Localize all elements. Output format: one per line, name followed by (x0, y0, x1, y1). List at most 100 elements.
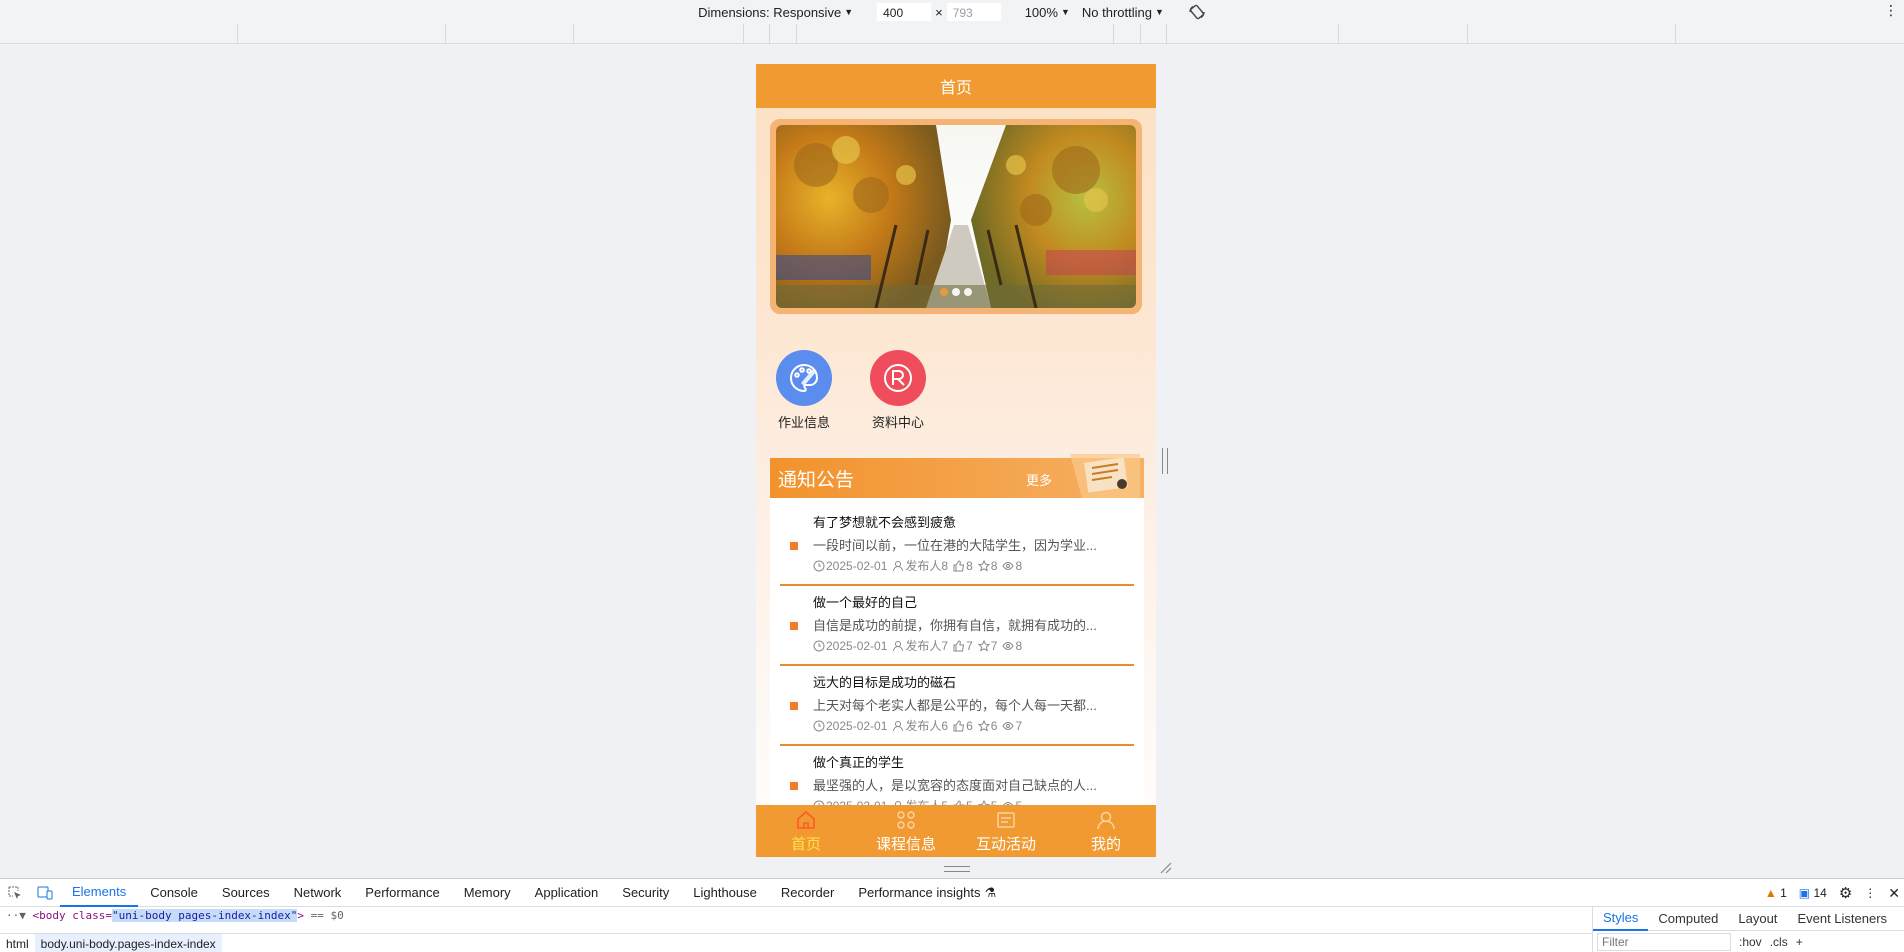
quick-links: 作业信息 资料中心 (776, 350, 926, 431)
messages-count: 14 (1813, 886, 1827, 900)
media-query-ruler (0, 24, 1904, 44)
add-rule-button[interactable]: + (1796, 935, 1803, 949)
tab-activities[interactable]: 互动活动 (956, 805, 1056, 857)
devtools-panel: Elements Console Sources Network Perform… (0, 878, 1904, 952)
cls-toggle[interactable]: .cls (1770, 935, 1788, 949)
messages-counter[interactable]: ▣ 14 (1799, 886, 1827, 900)
more-options-icon[interactable]: ⋮ (1884, 2, 1898, 19)
tab-network[interactable]: Network (282, 879, 354, 907)
resize-handle-bottom[interactable] (944, 866, 970, 872)
tab-sources[interactable]: Sources (210, 879, 282, 907)
warnings-counter[interactable]: ▲ 1 (1765, 886, 1787, 900)
tab-memory[interactable]: Memory (452, 879, 523, 907)
warnings-count: 1 (1780, 886, 1787, 900)
tab-performance[interactable]: Performance (353, 879, 451, 907)
styles-tab-bar: Styles Computed Layout Event Listeners (1593, 907, 1904, 931)
notice-header: 通知公告 更多 (770, 454, 1144, 498)
notice-item[interactable]: 做一个最好的自己 自信是成功的前提，你拥有自信，就拥有成功的... 2025-0… (780, 586, 1134, 666)
notice-likes: 6 (966, 719, 973, 733)
grid-icon (897, 810, 915, 829)
quick-link-label: 作业信息 (777, 415, 830, 430)
dom-node-body[interactable]: ··▼ <body class="uni-body pages-index-in… (0, 907, 1592, 925)
tab-styles[interactable]: Styles (1593, 907, 1649, 931)
notice-section: 通知公告 更多 有了梦想就不会感到疲惫 一段时间以前，一位在港的大陆学生，因为学… (770, 454, 1144, 826)
dimensions-label: Dimensions: Responsive (698, 4, 842, 20)
breadcrumb-item[interactable]: html (0, 934, 35, 952)
device-icon (37, 886, 53, 899)
resize-handle-right[interactable] (1162, 448, 1168, 474)
notice-favs: 8 (990, 559, 998, 573)
quick-link-resources[interactable]: 资料中心 (870, 350, 926, 431)
dom-class-value: "uni-body pages-index-index" (111, 909, 298, 922)
notice-item[interactable]: 有了梦想就不会感到疲惫 一段时间以前，一位在港的大陆学生，因为学业... 202… (780, 506, 1134, 586)
notice-item-title: 做个真正的学生 (813, 755, 905, 770)
chevron-down-icon: ▼ (844, 7, 854, 17)
notice-item[interactable]: 远大的目标是成功的磁石 上天对每个老实人都是公平的，每个人每一天都... 202… (780, 666, 1134, 746)
tab-console[interactable]: Console (138, 879, 210, 907)
notice-publisher: 发布人8 (905, 559, 949, 573)
dimensions-dropdown[interactable]: Dimensions: Responsive ▼ (698, 5, 853, 20)
close-icon[interactable]: ✕ (1888, 885, 1900, 902)
tab-performance-insights[interactable]: Performance insights ⚗ (846, 879, 1008, 907)
notice-item-desc: 最坚强的人，是以宽容的态度面对自己缺点的人... (813, 778, 1097, 793)
warning-icon: ▲ (1764, 886, 1777, 900)
bullet-icon (790, 702, 798, 710)
banner-image (776, 125, 1136, 308)
tab-elements[interactable]: Elements (60, 879, 139, 907)
notice-more-link[interactable]: 更多 (1026, 470, 1052, 489)
rotate-icon (1189, 4, 1205, 20)
width-input[interactable]: 400 (877, 3, 932, 21)
notice-likes: 7 (966, 639, 973, 653)
breadcrumb-item[interactable]: body.uni-body.pages-index-index (34, 933, 222, 952)
tab-label: Performance insights (858, 885, 981, 900)
notice-item-meta: 2025-02-01 发布人7 7 7 8 (813, 639, 1134, 653)
phone-viewport: 首页 作业信息 资料中心 通知公告 更多 有了梦想就不会感到疲惫 一段时间以前，… (756, 64, 1156, 857)
carousel-dot[interactable] (952, 288, 960, 296)
height-input[interactable]: 793 (946, 3, 1001, 21)
dom-ref: == $0 (310, 909, 344, 922)
notice-list: 有了梦想就不会感到疲惫 一段时间以前，一位在港的大陆学生，因为学业... 202… (770, 498, 1144, 826)
tab-recorder[interactable]: Recorder (769, 879, 846, 907)
notice-date: 2025-02-01 (826, 639, 888, 653)
dom-tag-close: > (297, 909, 305, 922)
tab-lighthouse[interactable]: Lighthouse (681, 879, 769, 907)
breadcrumb: html body.uni-body.pages-index-index (0, 933, 1592, 952)
styles-filter-bar: :hov .cls + (1593, 931, 1904, 952)
device-toggle-button[interactable] (30, 879, 60, 907)
notice-date: 2025-02-01 (826, 559, 888, 573)
carousel-dot[interactable] (940, 288, 948, 296)
styles-filter-input[interactable] (1597, 933, 1731, 951)
throttling-dropdown[interactable]: No throttling ▼ (1082, 5, 1164, 20)
expand-arrow-icon[interactable]: ··▼ (6, 909, 26, 922)
thumbs-up-icon (953, 640, 965, 652)
chevron-down-icon: ▼ (1060, 7, 1070, 17)
tab-label: 互动活动 (975, 835, 1036, 853)
notice-likes: 8 (966, 559, 973, 573)
resize-corner-icon[interactable] (1160, 862, 1172, 874)
eye-icon (1002, 721, 1015, 731)
notice-views: 7 (1015, 719, 1023, 733)
tab-computed[interactable]: Computed (1648, 907, 1728, 931)
hov-toggle[interactable]: :hov (1739, 935, 1762, 949)
settings-icon[interactable]: ⚙ (1839, 884, 1852, 902)
tab-home[interactable]: 首页 (756, 805, 856, 857)
banner-carousel[interactable] (770, 119, 1142, 314)
more-options-icon[interactable]: ⋮ (1864, 886, 1876, 900)
carousel-dot[interactable] (964, 288, 972, 296)
devtools-status: ▲ 1 ▣ 14 ⚙ ⋮ ✕ (1765, 879, 1900, 907)
palette-icon (776, 350, 832, 406)
tab-application[interactable]: Application (523, 879, 611, 907)
notice-item-meta: 2025-02-01 发布人8 8 8 8 (813, 559, 1134, 573)
tab-event-listeners[interactable]: Event Listeners (1787, 907, 1897, 931)
tab-security[interactable]: Security (610, 879, 681, 907)
tab-courses[interactable]: 课程信息 (856, 805, 956, 857)
notice-publisher: 发布人7 (905, 639, 949, 653)
quick-link-homework[interactable]: 作业信息 (776, 350, 832, 431)
zoom-dropdown[interactable]: 100% ▼ (1025, 5, 1070, 20)
inspect-element-button[interactable] (0, 879, 30, 907)
tab-mine[interactable]: 我的 (1056, 805, 1156, 857)
rotate-button[interactable] (1188, 3, 1206, 21)
bullet-icon (790, 542, 798, 550)
tab-layout[interactable]: Layout (1728, 907, 1787, 931)
notice-item-desc: 一段时间以前，一位在港的大陆学生，因为学业... (813, 538, 1097, 553)
